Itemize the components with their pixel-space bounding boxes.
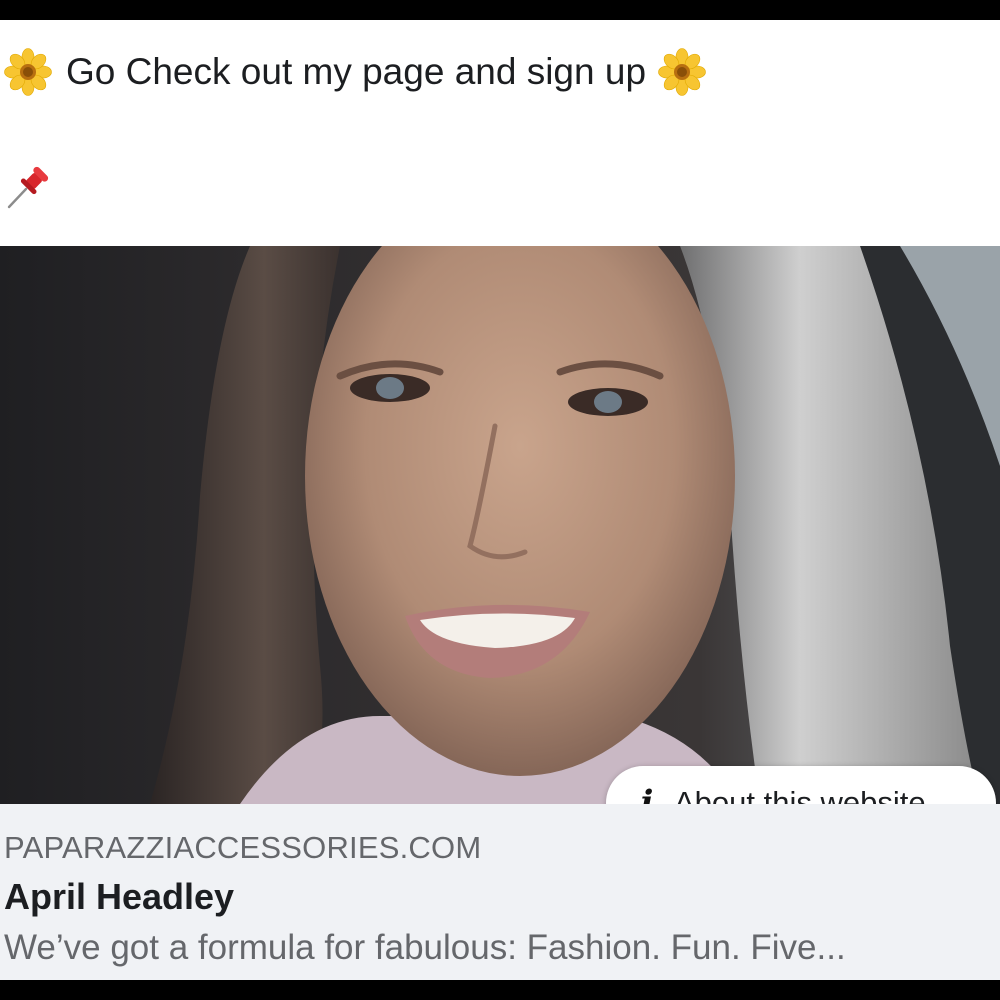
post-caption: Go Check out my page and sign up <box>0 20 1000 246</box>
link-description: We’ve got a formula for fabulous: Fashio… <box>4 928 846 967</box>
pushpin-emoji-icon <box>7 166 49 209</box>
feed-post: Go Check out my page and sign up i About… <box>0 20 1000 980</box>
link-domain: PAPARAZZIACCESSORIES.COM <box>4 830 482 865</box>
link-preview-meta[interactable]: PAPARAZZIACCESSORIES.COM April Headley W… <box>0 804 1000 980</box>
link-preview-image[interactable] <box>0 246 1000 804</box>
sunflower-emoji-icon <box>4 48 52 96</box>
sunflower-emoji-icon <box>658 48 706 96</box>
caption-line: Go Check out my page and sign up <box>4 46 706 98</box>
selfie-photo <box>0 246 1000 804</box>
screen-frame: Go Check out my page and sign up i About… <box>0 0 1000 1000</box>
caption-text: Go Check out my page and sign up <box>66 51 647 92</box>
link-title[interactable]: April Headley <box>4 876 234 918</box>
